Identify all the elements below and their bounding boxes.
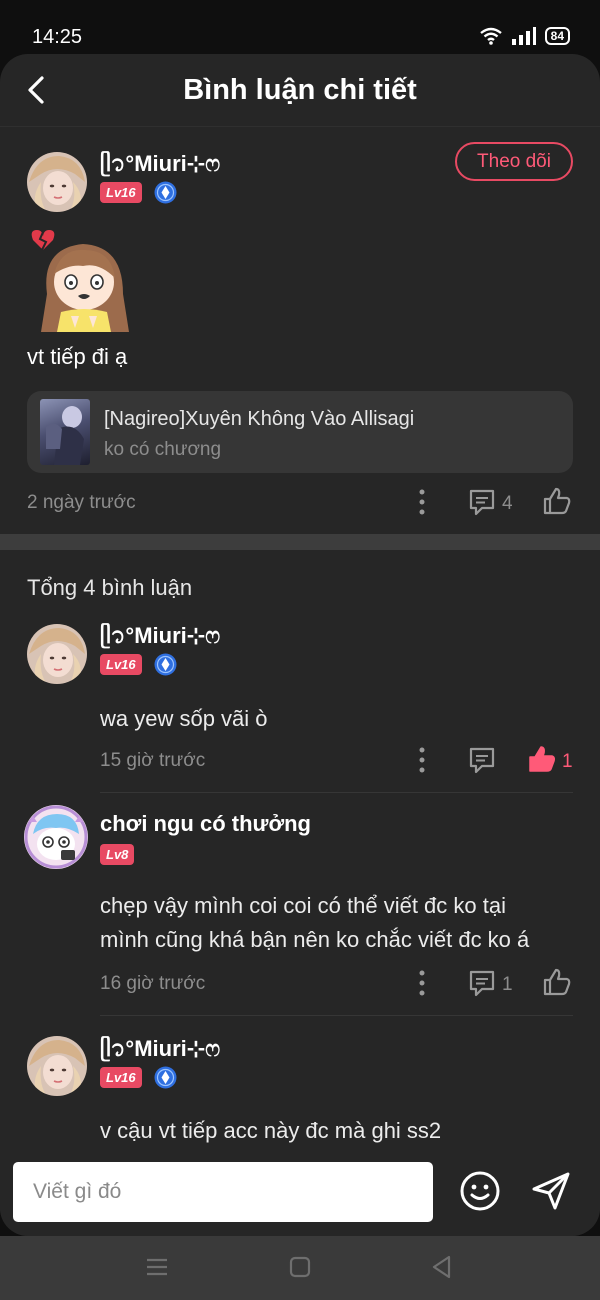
reply-icon[interactable] bbox=[468, 488, 496, 516]
more-options-icon[interactable] bbox=[417, 969, 427, 997]
comment-text: wa yew sốp vãi ò bbox=[100, 706, 268, 731]
avatar[interactable] bbox=[27, 152, 87, 212]
level-badge: Lv16 bbox=[100, 182, 142, 203]
signal-icon bbox=[511, 27, 536, 45]
avatar[interactable] bbox=[27, 1036, 87, 1096]
battery-indicator: 84 bbox=[544, 27, 570, 45]
emoji-icon[interactable] bbox=[459, 1170, 501, 1212]
reply-icon[interactable] bbox=[468, 969, 496, 997]
comment-input-bar: Viết gì đó bbox=[0, 1148, 600, 1236]
reply-count: 4 bbox=[502, 493, 513, 514]
comment-time: 15 giờ trước bbox=[100, 750, 206, 771]
status-time: 14:25 bbox=[32, 26, 83, 48]
comment-detail-sheet: Bình luận chi tiết ᥫ᭡°Miuri⊹ෆ Lv16 Theo … bbox=[0, 54, 600, 1236]
like-count: 1 bbox=[562, 751, 573, 772]
avatar[interactable] bbox=[23, 804, 89, 870]
more-options-icon[interactable] bbox=[417, 488, 427, 516]
send-icon[interactable] bbox=[530, 1170, 572, 1212]
verified-shield-icon bbox=[154, 1066, 177, 1089]
comment-time: 16 giờ trước bbox=[100, 973, 206, 994]
page-title: Bình luận chi tiết bbox=[183, 74, 417, 106]
reply-icon[interactable] bbox=[468, 746, 496, 774]
back-triangle-icon[interactable] bbox=[427, 1252, 457, 1282]
wifi-icon bbox=[479, 27, 502, 45]
comment-text-line-1: chẹp vậy mình coi coi có thể viết đc ko … bbox=[100, 893, 506, 918]
liked-icon[interactable] bbox=[527, 744, 557, 774]
story-cover-image bbox=[40, 399, 90, 465]
avatar[interactable] bbox=[27, 624, 87, 684]
menu-icon[interactable] bbox=[142, 1252, 172, 1282]
like-icon[interactable] bbox=[542, 967, 572, 997]
comments-total: Tổng 4 bình luận bbox=[27, 575, 193, 600]
like-icon[interactable] bbox=[542, 486, 572, 516]
sticker-image bbox=[31, 230, 129, 332]
comment-username[interactable]: chơi ngu có thưởng bbox=[100, 811, 311, 837]
comment-text: v cậu vt tiếp acc này đc mà ghi ss2 bbox=[100, 1118, 442, 1143]
system-nav-bar bbox=[0, 1236, 600, 1300]
level-badge: Lv16 bbox=[100, 654, 142, 675]
more-options-icon[interactable] bbox=[417, 746, 427, 774]
top-bar: Bình luận chi tiết bbox=[0, 54, 600, 127]
post-time: 2 ngày trước bbox=[27, 492, 136, 513]
status-icons: 84 bbox=[479, 26, 570, 46]
post-text: vt tiếp đi ạ bbox=[27, 344, 128, 369]
comment-input[interactable]: Viết gì đó bbox=[13, 1162, 433, 1222]
story-subtitle: ko có chương bbox=[104, 439, 222, 460]
level-badge: Lv16 bbox=[100, 1067, 142, 1088]
follow-button[interactable]: Theo dõi bbox=[455, 142, 573, 181]
reply-count: 1 bbox=[502, 974, 513, 995]
section-divider bbox=[0, 534, 600, 550]
story-card[interactable]: [Nagireo]Xuyên Không Vào Allisagi ko có … bbox=[27, 391, 573, 473]
verified-shield-icon bbox=[154, 181, 177, 204]
story-title: [Nagireo]Xuyên Không Vào Allisagi bbox=[104, 408, 415, 430]
comment-text-line-2: mình cũng khá bận nên ko chắc viết đc ko… bbox=[100, 927, 530, 952]
comment-separator bbox=[100, 1015, 573, 1016]
verified-shield-icon bbox=[154, 653, 177, 676]
home-icon[interactable] bbox=[285, 1252, 315, 1282]
status-bar: 14:25 84 bbox=[0, 0, 600, 62]
comment-separator bbox=[100, 792, 573, 793]
level-badge: Lv8 bbox=[100, 844, 135, 865]
